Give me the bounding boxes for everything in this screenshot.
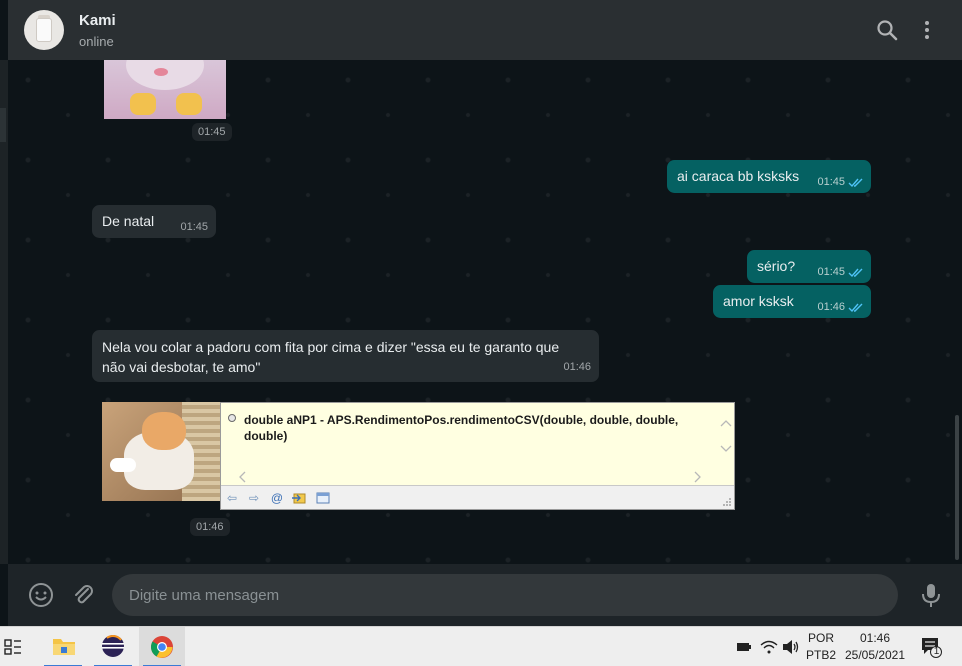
- attach-icon[interactable]: [70, 582, 96, 608]
- outgoing-message[interactable]: ai caraca bb ksksks 01:45: [667, 160, 871, 193]
- eclipse-app[interactable]: [90, 627, 136, 666]
- kebab-menu-icon[interactable]: [915, 18, 939, 42]
- contact-status: online: [79, 34, 114, 49]
- keyboard-layout[interactable]: PTB2: [806, 648, 836, 662]
- sticker-message[interactable]: [104, 60, 226, 119]
- message-time: 01:45: [817, 176, 845, 188]
- incoming-message[interactable]: De natal 01:45: [92, 205, 216, 238]
- thumbs-up-icon: [130, 93, 156, 115]
- kitten-head: [142, 412, 186, 450]
- kitten-paw: [110, 458, 136, 472]
- message-time: 01:45: [817, 266, 845, 278]
- clock-date[interactable]: 25/05/2021: [842, 648, 908, 662]
- outgoing-message[interactable]: amor ksksk 01:46: [713, 285, 871, 318]
- incoming-message[interactable]: Nela vou colar a padoru com fita por cim…: [92, 330, 599, 382]
- contact-name[interactable]: Kami: [79, 12, 116, 29]
- avatar[interactable]: [24, 10, 64, 50]
- message-time: 01:45: [192, 123, 232, 141]
- tooltip-vertical-scrollbar[interactable]: [718, 403, 734, 469]
- message-time: 01:45: [180, 221, 208, 233]
- tooltip-horizontal-scrollbar[interactable]: [221, 469, 718, 485]
- method-icon: [228, 414, 236, 422]
- avatar-jar: [36, 18, 52, 42]
- forward-arrow-icon[interactable]: ⇨: [246, 490, 262, 506]
- wifi-icon[interactable]: [760, 639, 778, 655]
- back-arrow-icon[interactable]: ⇦: [224, 490, 240, 506]
- open-view-icon[interactable]: [315, 490, 331, 506]
- outgoing-message[interactable]: sério? 01:45: [747, 250, 871, 283]
- chat-header: Kami online: [8, 0, 962, 60]
- message-text: ai caraca bb ksksks: [677, 168, 800, 184]
- battery-icon[interactable]: [736, 640, 752, 654]
- open-declaration-icon[interactable]: [291, 490, 307, 506]
- sticker-nose: [154, 68, 168, 76]
- folder-icon: [53, 639, 75, 655]
- javadoc-at-icon[interactable]: @: [269, 490, 285, 506]
- chrome-app[interactable]: [139, 627, 185, 666]
- left-panel-edge: [0, 60, 8, 564]
- chat-area[interactable]: 01:45 ai caraca bb ksksks 01:45 De natal…: [8, 60, 962, 564]
- task-view-icon[interactable]: [4, 638, 22, 656]
- thumbs-up-icon: [176, 93, 202, 115]
- message-text: sério?: [757, 258, 796, 274]
- message-input-container[interactable]: [112, 574, 898, 616]
- message-input[interactable]: [129, 574, 869, 616]
- emoji-icon[interactable]: [28, 582, 54, 608]
- language-code[interactable]: POR: [806, 631, 836, 645]
- read-receipt-icon: [848, 303, 863, 313]
- search-icon[interactable]: [875, 18, 899, 42]
- message-text: De natal: [102, 213, 155, 229]
- notification-count: 1: [933, 646, 940, 657]
- read-receipt-icon: [848, 268, 863, 278]
- file-explorer-app[interactable]: [40, 627, 86, 666]
- windows-taskbar: POR PTB2 01:46 25/05/2021 1: [0, 626, 962, 666]
- message-time: 01:46: [817, 301, 845, 313]
- volume-icon[interactable]: [782, 639, 800, 655]
- scroll-up-icon: [720, 420, 732, 427]
- image-message[interactable]: [102, 402, 222, 501]
- eclipse-icon: [102, 635, 124, 657]
- message-time: 01:46: [563, 361, 591, 373]
- message-text: Nela vou colar a padoru com fita por cim…: [102, 339, 560, 375]
- read-receipt-icon: [848, 178, 863, 188]
- tooltip-text: double aNP1 - APS.RendimentoPos.rendimen…: [244, 413, 679, 443]
- resize-grip-icon[interactable]: [722, 497, 732, 507]
- code-tooltip-popup[interactable]: double aNP1 - APS.RendimentoPos.rendimen…: [220, 402, 735, 510]
- message-time: 01:46: [190, 518, 230, 536]
- panel-mark: [0, 108, 6, 142]
- clock-time[interactable]: 01:46: [846, 631, 904, 645]
- microphone-icon[interactable]: [918, 582, 944, 608]
- composer-bar: [8, 564, 962, 626]
- chrome-icon: [151, 636, 173, 658]
- scroll-down-icon: [720, 445, 732, 452]
- tooltip-toolbar: ⇦ ⇨ @: [221, 485, 734, 509]
- chat-scrollbar[interactable]: [955, 415, 959, 560]
- message-text: amor ksksk: [723, 293, 794, 309]
